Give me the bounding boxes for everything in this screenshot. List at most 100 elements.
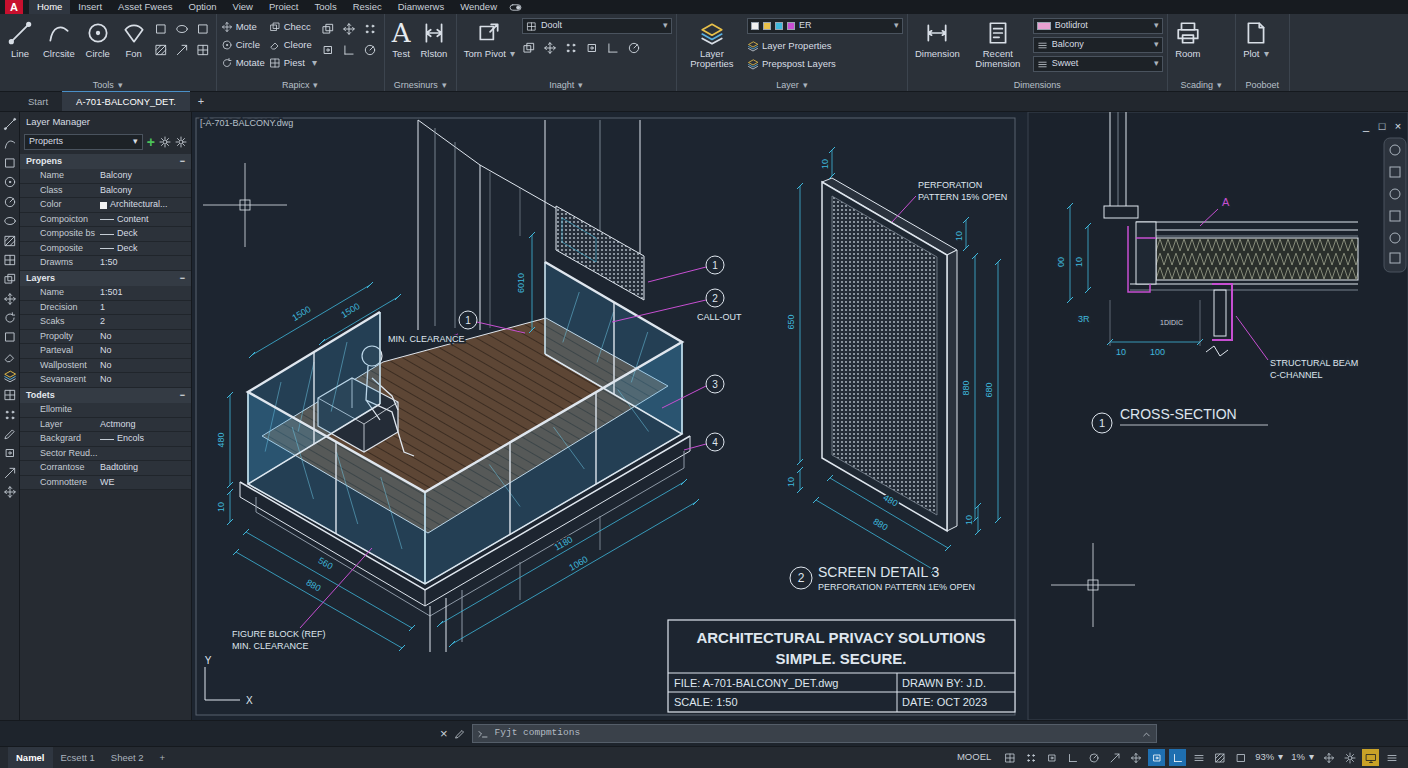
property-row[interactable]: NameBalcony xyxy=(20,169,191,184)
menu-caret[interactable]: ▾ xyxy=(442,80,447,90)
customize-button[interactable] xyxy=(454,726,466,741)
grid-button[interactable] xyxy=(363,21,379,36)
property-row[interactable]: ColorArchitectural... xyxy=(20,198,191,213)
property-row[interactable]: BackgrardEncols xyxy=(20,432,191,447)
property-value[interactable]: Architectural... xyxy=(100,198,191,212)
property-row[interactable]: CompositeDeck xyxy=(20,242,191,257)
menu-tab[interactable]: Proiect xyxy=(261,0,307,14)
tool-button[interactable] xyxy=(3,213,17,228)
dropdown-caret[interactable]: ▾ xyxy=(663,19,668,33)
menu-caret[interactable]: ▾ xyxy=(312,56,317,70)
ribbon-button[interactable]: Recent Dimension xyxy=(967,18,1029,72)
tool-button[interactable] xyxy=(3,116,17,131)
model-button[interactable]: MOOEL xyxy=(957,750,991,764)
property-value[interactable]: No xyxy=(100,373,191,387)
property-value[interactable]: Content xyxy=(100,213,191,227)
property-row[interactable]: WallpostentNo xyxy=(20,359,191,374)
status-toggle[interactable] xyxy=(1043,749,1060,766)
status-toggle[interactable] xyxy=(1127,749,1144,766)
ribbon-dropdown[interactable]: Balcony▾ xyxy=(1033,37,1163,53)
navigation-bar[interactable] xyxy=(1384,138,1406,272)
tool-button[interactable] xyxy=(3,348,17,363)
status-toggle[interactable] xyxy=(1022,749,1039,766)
collapse-toggle[interactable]: − xyxy=(180,389,185,403)
property-value[interactable]: No xyxy=(100,359,191,373)
ribbon-dropdown[interactable]: Swwet▾ xyxy=(1033,56,1163,72)
document-tab[interactable]: A-701-BALCONY_DET. xyxy=(62,91,190,111)
layout-tab[interactable]: Sheet 2 xyxy=(103,747,152,768)
menu-caret[interactable]: ▾ xyxy=(313,80,318,90)
menu-caret[interactable]: ▾ xyxy=(578,80,583,90)
ribbon-button[interactable]: Clrcsite xyxy=(40,18,78,61)
menu-tab[interactable]: Home xyxy=(29,0,70,14)
tool-button[interactable] xyxy=(3,174,17,189)
property-row[interactable]: Ellomite xyxy=(20,403,191,418)
grid-button[interactable] xyxy=(543,40,559,55)
ribbon-button[interactable]: Layer Properties xyxy=(681,18,743,72)
ribbon-small-button[interactable]: Circle xyxy=(221,36,265,54)
tool-button[interactable] xyxy=(3,193,17,208)
window-control[interactable]: _ xyxy=(1362,120,1370,132)
grid-button[interactable] xyxy=(175,21,191,36)
tool-button[interactable] xyxy=(3,155,17,170)
grid-button[interactable] xyxy=(154,21,170,36)
callout-number[interactable]: 2 xyxy=(712,293,718,304)
tool-button[interactable] xyxy=(3,484,17,499)
layout-tab[interactable]: Namel xyxy=(8,747,53,768)
dropdown-caret[interactable]: ▾ xyxy=(1154,57,1159,71)
ribbon-small-button[interactable]: Mote xyxy=(221,18,265,36)
menu-tab[interactable]: Resiec xyxy=(345,0,390,14)
property-value[interactable]: Deck xyxy=(100,242,191,256)
status-toggle[interactable] xyxy=(1106,749,1123,766)
ribbon-small-button[interactable]: Piest▾ xyxy=(269,54,317,72)
status-toggle[interactable] xyxy=(1169,749,1186,766)
status-tool[interactable] xyxy=(1362,749,1379,766)
tool-button[interactable] xyxy=(3,290,17,305)
command-input[interactable] xyxy=(493,725,1137,741)
property-value[interactable]: No xyxy=(100,344,191,358)
property-value[interactable]: 1:501 xyxy=(100,286,191,300)
tool-button[interactable] xyxy=(3,426,17,441)
property-value[interactable]: Balcony xyxy=(100,184,191,198)
grid-button[interactable] xyxy=(564,40,580,55)
scale-caret[interactable]: ▾ xyxy=(1309,751,1314,762)
window-control[interactable]: × xyxy=(1395,120,1401,132)
tool-button[interactable] xyxy=(3,329,17,344)
menu-tab[interactable]: Dianwerws xyxy=(390,0,452,14)
property-row[interactable]: Composite bsDeck xyxy=(20,227,191,242)
grid-button[interactable] xyxy=(196,21,212,36)
app-logo[interactable]: A xyxy=(5,0,23,14)
menu-caret[interactable]: ▾ xyxy=(510,48,515,59)
grid-button[interactable] xyxy=(342,21,358,36)
filter-caret[interactable]: ▾ xyxy=(133,135,138,149)
property-value[interactable]: Badtoting xyxy=(100,461,191,475)
status-toggle[interactable] xyxy=(1085,749,1102,766)
grid-button[interactable] xyxy=(342,41,358,56)
property-row[interactable]: PartevalNo xyxy=(20,344,191,359)
callout-number[interactable]: 1 xyxy=(712,260,718,271)
menu-tab[interactable]: Tools xyxy=(307,0,345,14)
callout-bubble[interactable] xyxy=(706,375,724,393)
grid-button[interactable] xyxy=(606,40,622,55)
property-value[interactable]: Encols xyxy=(100,432,191,446)
property-row[interactable]: Drecision1 xyxy=(20,301,191,316)
menu-tab[interactable]: Insert xyxy=(70,0,110,14)
status-toggle[interactable] xyxy=(1064,749,1081,766)
grid-button[interactable] xyxy=(522,40,538,55)
ribbon-button[interactable]: Line xyxy=(4,18,36,61)
tool-button[interactable] xyxy=(3,252,17,267)
grid-button[interactable] xyxy=(196,41,212,56)
section-header[interactable]: Todets− xyxy=(20,388,191,404)
grid-button[interactable] xyxy=(627,40,643,55)
ribbon-button[interactable]: Dimension xyxy=(912,18,963,61)
drawing-canvas[interactable]: [-A-701-BALCONY.dwg150015006010480105608… xyxy=(192,112,1408,720)
callout-bubble[interactable] xyxy=(706,289,724,307)
property-value[interactable]: Actmong xyxy=(100,418,191,432)
menu-tab[interactable]: Asset Fwees xyxy=(110,0,180,14)
property-value[interactable]: 2 xyxy=(100,315,191,329)
layout-tab[interactable]: Ecsett 1 xyxy=(53,747,103,768)
tool-button[interactable] xyxy=(3,445,17,460)
property-row[interactable]: CorrantoseBadtoting xyxy=(20,461,191,476)
callout-bubble[interactable] xyxy=(706,433,724,451)
menu-caret[interactable]: ▾ xyxy=(803,80,808,90)
